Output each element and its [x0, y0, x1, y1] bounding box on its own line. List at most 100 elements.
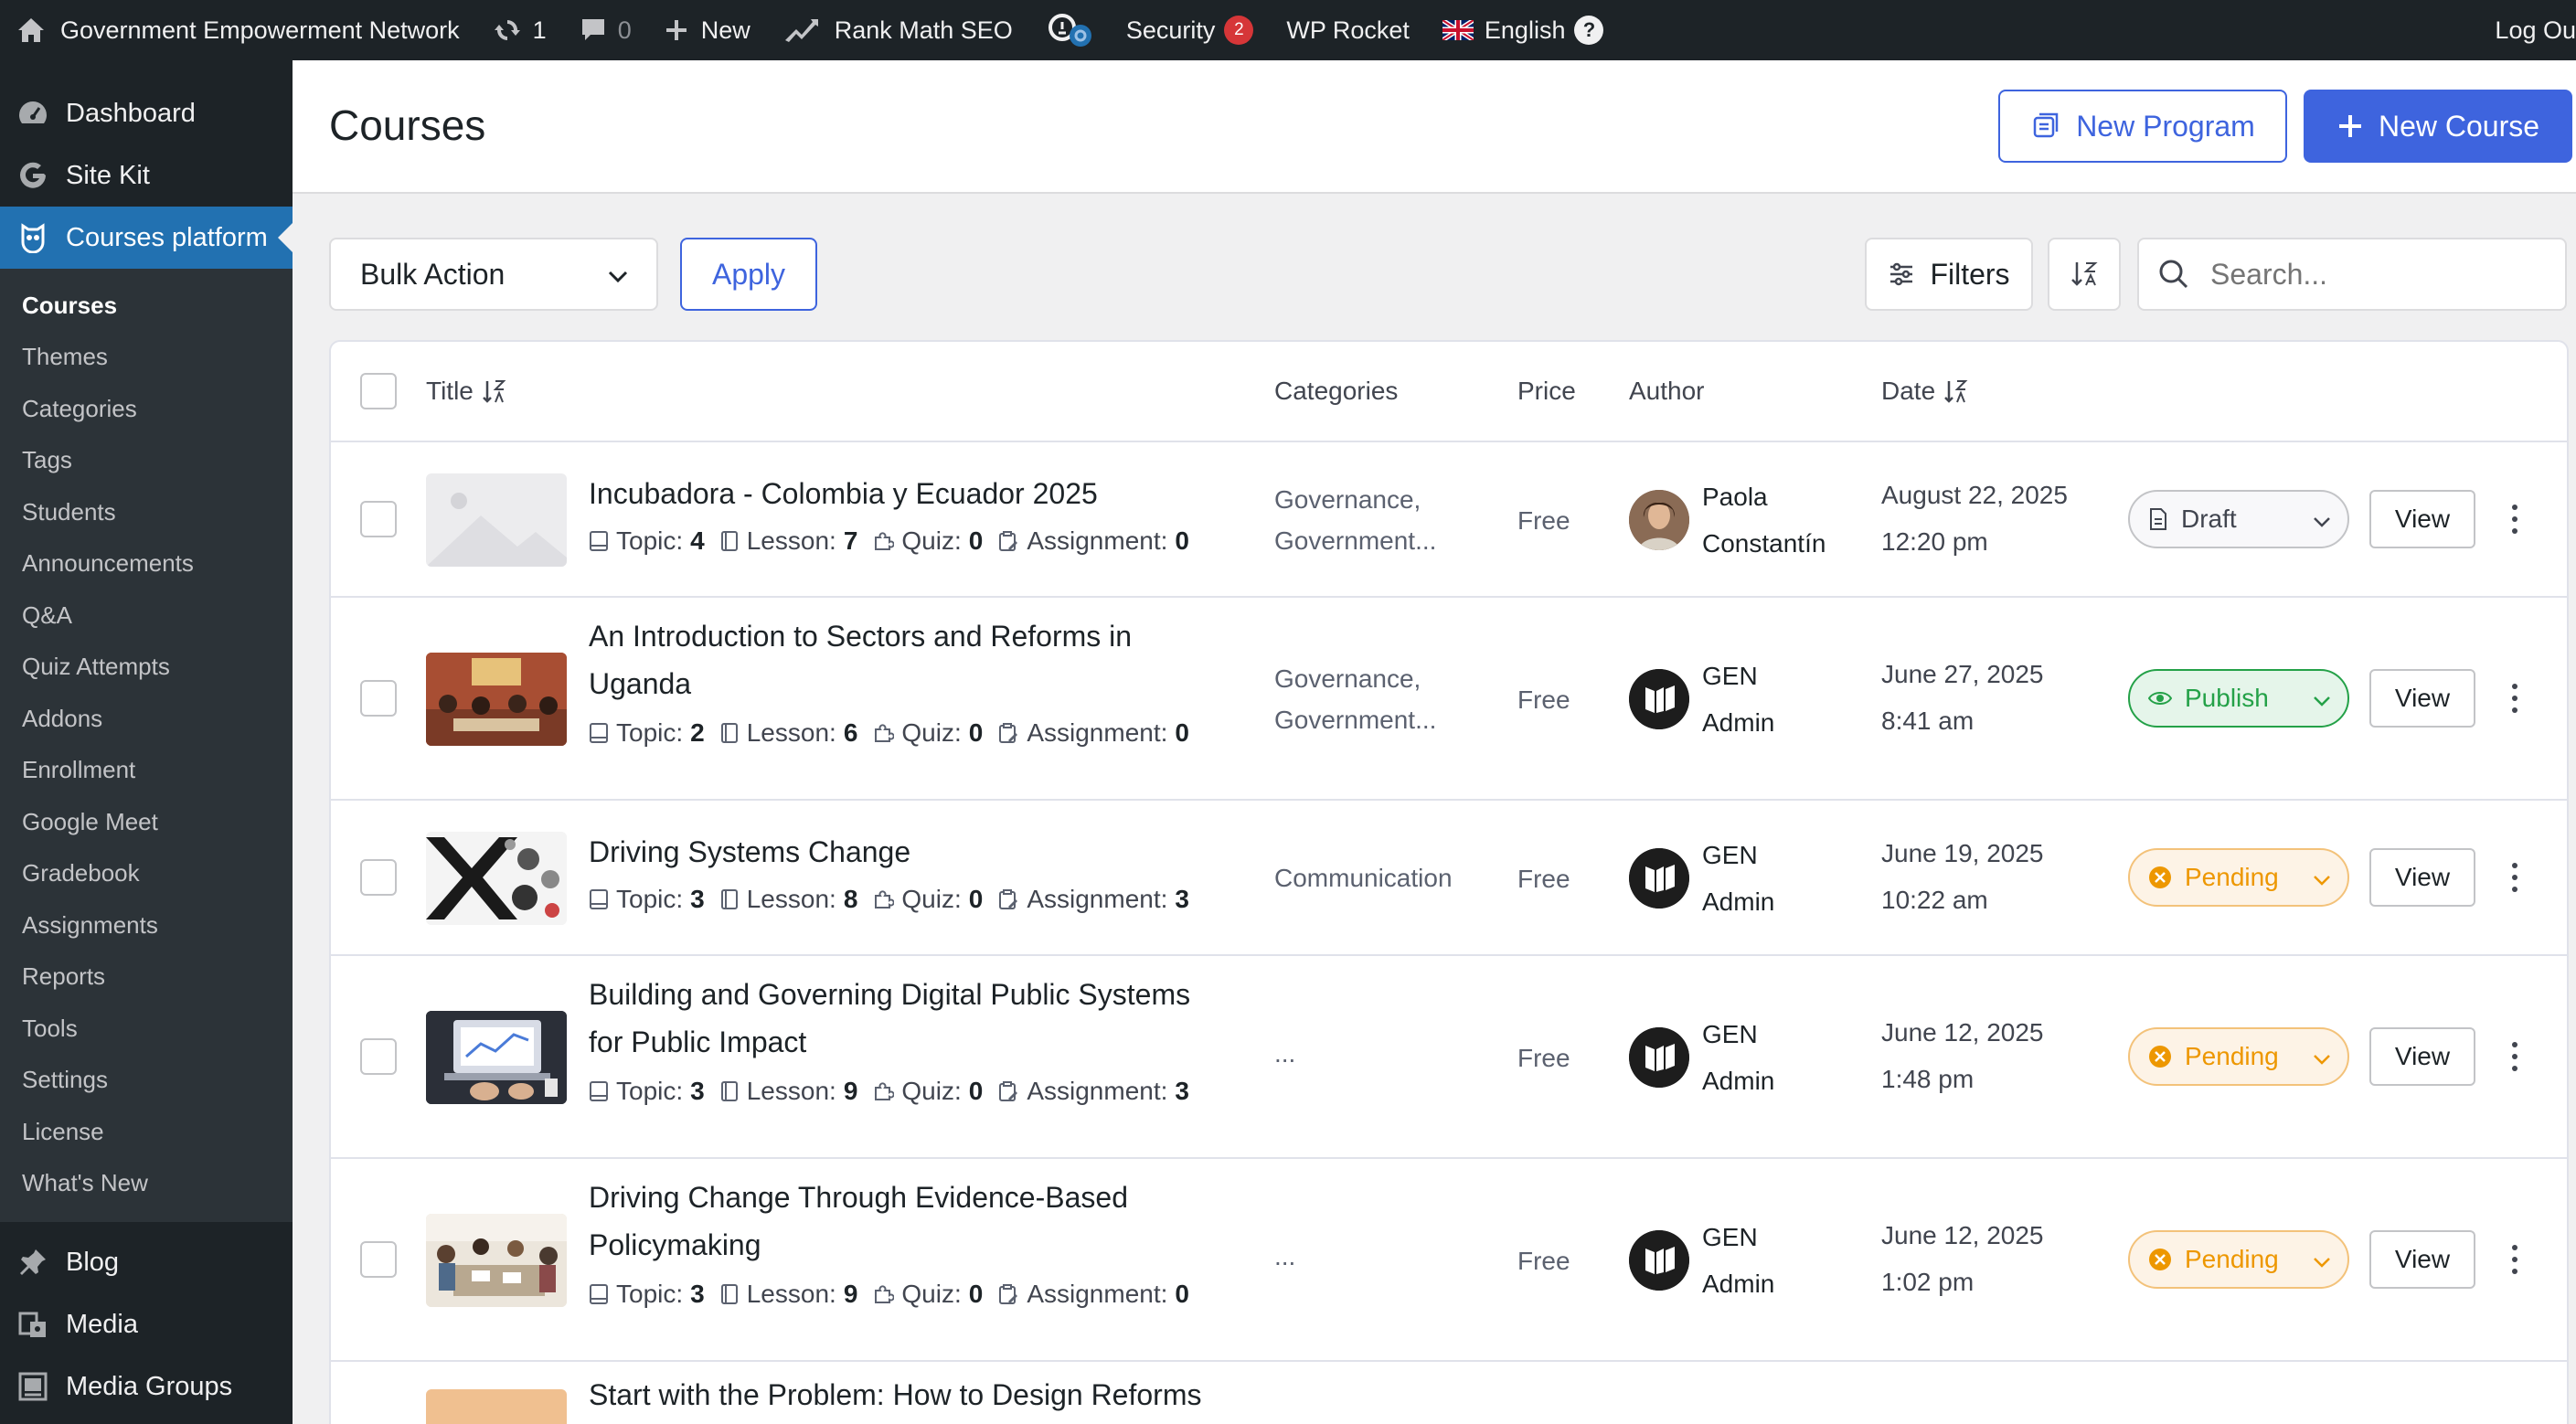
- status-dropdown[interactable]: Pending: [2128, 1230, 2349, 1289]
- new-course-button[interactable]: New Course: [2304, 90, 2572, 163]
- course-categories: ...: [1274, 1039, 1296, 1068]
- column-title[interactable]: Title: [426, 377, 508, 406]
- status-label: Pending: [2185, 1245, 2279, 1273]
- status-dropdown[interactable]: Pending: [2128, 1027, 2349, 1086]
- course-categories: ...: [1274, 1242, 1296, 1270]
- new-program-button[interactable]: New Program: [1998, 90, 2287, 163]
- course-thumbnail[interactable]: [426, 1214, 567, 1307]
- select-all-checkbox[interactable]: [360, 373, 397, 409]
- view-button[interactable]: View: [2369, 490, 2475, 548]
- chevron-down-icon: [2314, 517, 2330, 527]
- menu-site-kit[interactable]: Site Kit: [0, 144, 293, 207]
- filters-button[interactable]: Filters: [1865, 238, 2033, 311]
- more-actions-icon[interactable]: [2501, 680, 2528, 717]
- bulk-action-select[interactable]: Bulk Action: [329, 238, 658, 311]
- security-link[interactable]: Security 2: [1110, 0, 1271, 60]
- ai-assistant-link[interactable]: [1029, 0, 1110, 60]
- view-button[interactable]: View: [2369, 1027, 2475, 1086]
- site-name-link[interactable]: Government Empowerment Network: [0, 0, 476, 60]
- sort-icon: [482, 380, 506, 403]
- submenu-addons[interactable]: Addons: [0, 693, 293, 745]
- column-date[interactable]: Date: [1881, 377, 1970, 406]
- menu-blog[interactable]: Blog: [0, 1231, 293, 1293]
- submenu-courses[interactable]: Courses: [0, 280, 293, 332]
- submenu-qa[interactable]: Q&A: [0, 590, 293, 642]
- wp-rocket-link[interactable]: WP Rocket: [1270, 0, 1426, 60]
- course-meta: Topic: 3 Lesson: 9 Quiz: 0 Assignment: 3: [589, 1077, 1204, 1106]
- submenu-tools[interactable]: Tools: [0, 1003, 293, 1055]
- submenu-announcements[interactable]: Announcements: [0, 538, 293, 590]
- avatar: [1629, 490, 1689, 550]
- course-photo-icon: [426, 653, 567, 746]
- sort-az-icon: [2071, 262, 2098, 286]
- view-button[interactable]: View: [2369, 669, 2475, 728]
- new-content-link[interactable]: New: [648, 0, 767, 60]
- language-switcher[interactable]: English ?: [1426, 0, 1621, 60]
- course-title[interactable]: Building and Governing Digital Public Sy…: [589, 971, 1247, 1066]
- course-title[interactable]: Driving Change Through Evidence-Based Po…: [589, 1174, 1247, 1269]
- draft-doc-icon: [2150, 508, 2166, 530]
- search-input[interactable]: [2210, 257, 2558, 292]
- course-thumbnail[interactable]: [426, 832, 567, 925]
- submenu-themes[interactable]: Themes: [0, 332, 293, 384]
- status-label: Publish: [2185, 684, 2269, 712]
- updates-link[interactable]: 1: [476, 0, 563, 60]
- more-actions-icon[interactable]: [2501, 1038, 2528, 1075]
- help-icon[interactable]: ?: [1574, 16, 1604, 45]
- view-button[interactable]: View: [2369, 1230, 2475, 1289]
- course-thumbnail[interactable]: [426, 1011, 567, 1104]
- course-thumbnail-placeholder[interactable]: [426, 473, 567, 567]
- view-button[interactable]: View: [2369, 848, 2475, 907]
- author-photo-icon: [1629, 490, 1689, 550]
- status-dropdown[interactable]: Draft: [2128, 490, 2349, 548]
- course-thumbnail[interactable]: [426, 653, 567, 746]
- course-author: GEN Admin: [1702, 1223, 1775, 1298]
- course-title[interactable]: Incubadora - Colombia y Ecuador 2025: [589, 470, 1247, 517]
- google-g-icon: [20, 162, 46, 188]
- menu-courses-platform[interactable]: Courses platform: [0, 207, 293, 269]
- sort-button[interactable]: [2048, 238, 2121, 311]
- row-checkbox[interactable]: [360, 1241, 397, 1278]
- status-dropdown[interactable]: Pending: [2128, 848, 2349, 907]
- submenu-categories[interactable]: Categories: [0, 383, 293, 435]
- row-checkbox[interactable]: [360, 501, 397, 537]
- menu-dashboard[interactable]: Dashboard: [0, 82, 293, 144]
- menu-dashboard-label: Dashboard: [66, 98, 196, 128]
- submenu-reports[interactable]: Reports: [0, 951, 293, 1004]
- course-date: June 19, 2025 10:22 am: [1881, 839, 2044, 914]
- submenu-enrollment[interactable]: Enrollment: [0, 745, 293, 797]
- menu-media-groups[interactable]: Media Groups: [0, 1355, 293, 1418]
- status-dropdown[interactable]: Publish: [2128, 669, 2349, 728]
- pending-x-icon: [2149, 1249, 2171, 1270]
- course-author: GEN Admin: [1702, 841, 1775, 916]
- rank-math-link[interactable]: Rank Math SEO: [767, 0, 1029, 60]
- page-title: Courses: [329, 101, 486, 149]
- submenu-tags[interactable]: Tags: [0, 435, 293, 487]
- row-checkbox[interactable]: [360, 859, 397, 896]
- more-actions-icon[interactable]: [2501, 1241, 2528, 1278]
- menu-media[interactable]: Media: [0, 1293, 293, 1355]
- course-thumbnail[interactable]: [426, 1389, 567, 1424]
- more-actions-icon[interactable]: [2501, 501, 2528, 537]
- submenu-gradebook[interactable]: Gradebook: [0, 848, 293, 900]
- row-checkbox[interactable]: [360, 1038, 397, 1075]
- submenu-assignments[interactable]: Assignments: [0, 899, 293, 951]
- course-title[interactable]: Driving Systems Change: [589, 828, 1247, 876]
- page-header: Courses New Program New Course: [293, 60, 2576, 194]
- chevron-down-icon: [2314, 1258, 2330, 1268]
- more-actions-icon[interactable]: [2501, 859, 2528, 896]
- apply-button[interactable]: Apply: [680, 238, 817, 311]
- course-title[interactable]: Start with the Problem: How to Design Re…: [589, 1371, 1247, 1419]
- submenu-settings[interactable]: Settings: [0, 1055, 293, 1107]
- new-program-label: New Program: [2076, 109, 2255, 143]
- row-checkbox[interactable]: [360, 680, 397, 717]
- course-title[interactable]: An Introduction to Sectors and Reforms i…: [589, 612, 1247, 707]
- submenu-google-meet[interactable]: Google Meet: [0, 796, 293, 848]
- submenu-whats-new[interactable]: What's New: [0, 1158, 293, 1210]
- comments-link[interactable]: 0: [563, 0, 648, 60]
- logout-link[interactable]: Log Ou: [2495, 0, 2576, 60]
- chevron-down-icon: [2314, 1055, 2330, 1065]
- submenu-quiz-attempts[interactable]: Quiz Attempts: [0, 642, 293, 694]
- submenu-students[interactable]: Students: [0, 486, 293, 538]
- submenu-license[interactable]: License: [0, 1106, 293, 1158]
